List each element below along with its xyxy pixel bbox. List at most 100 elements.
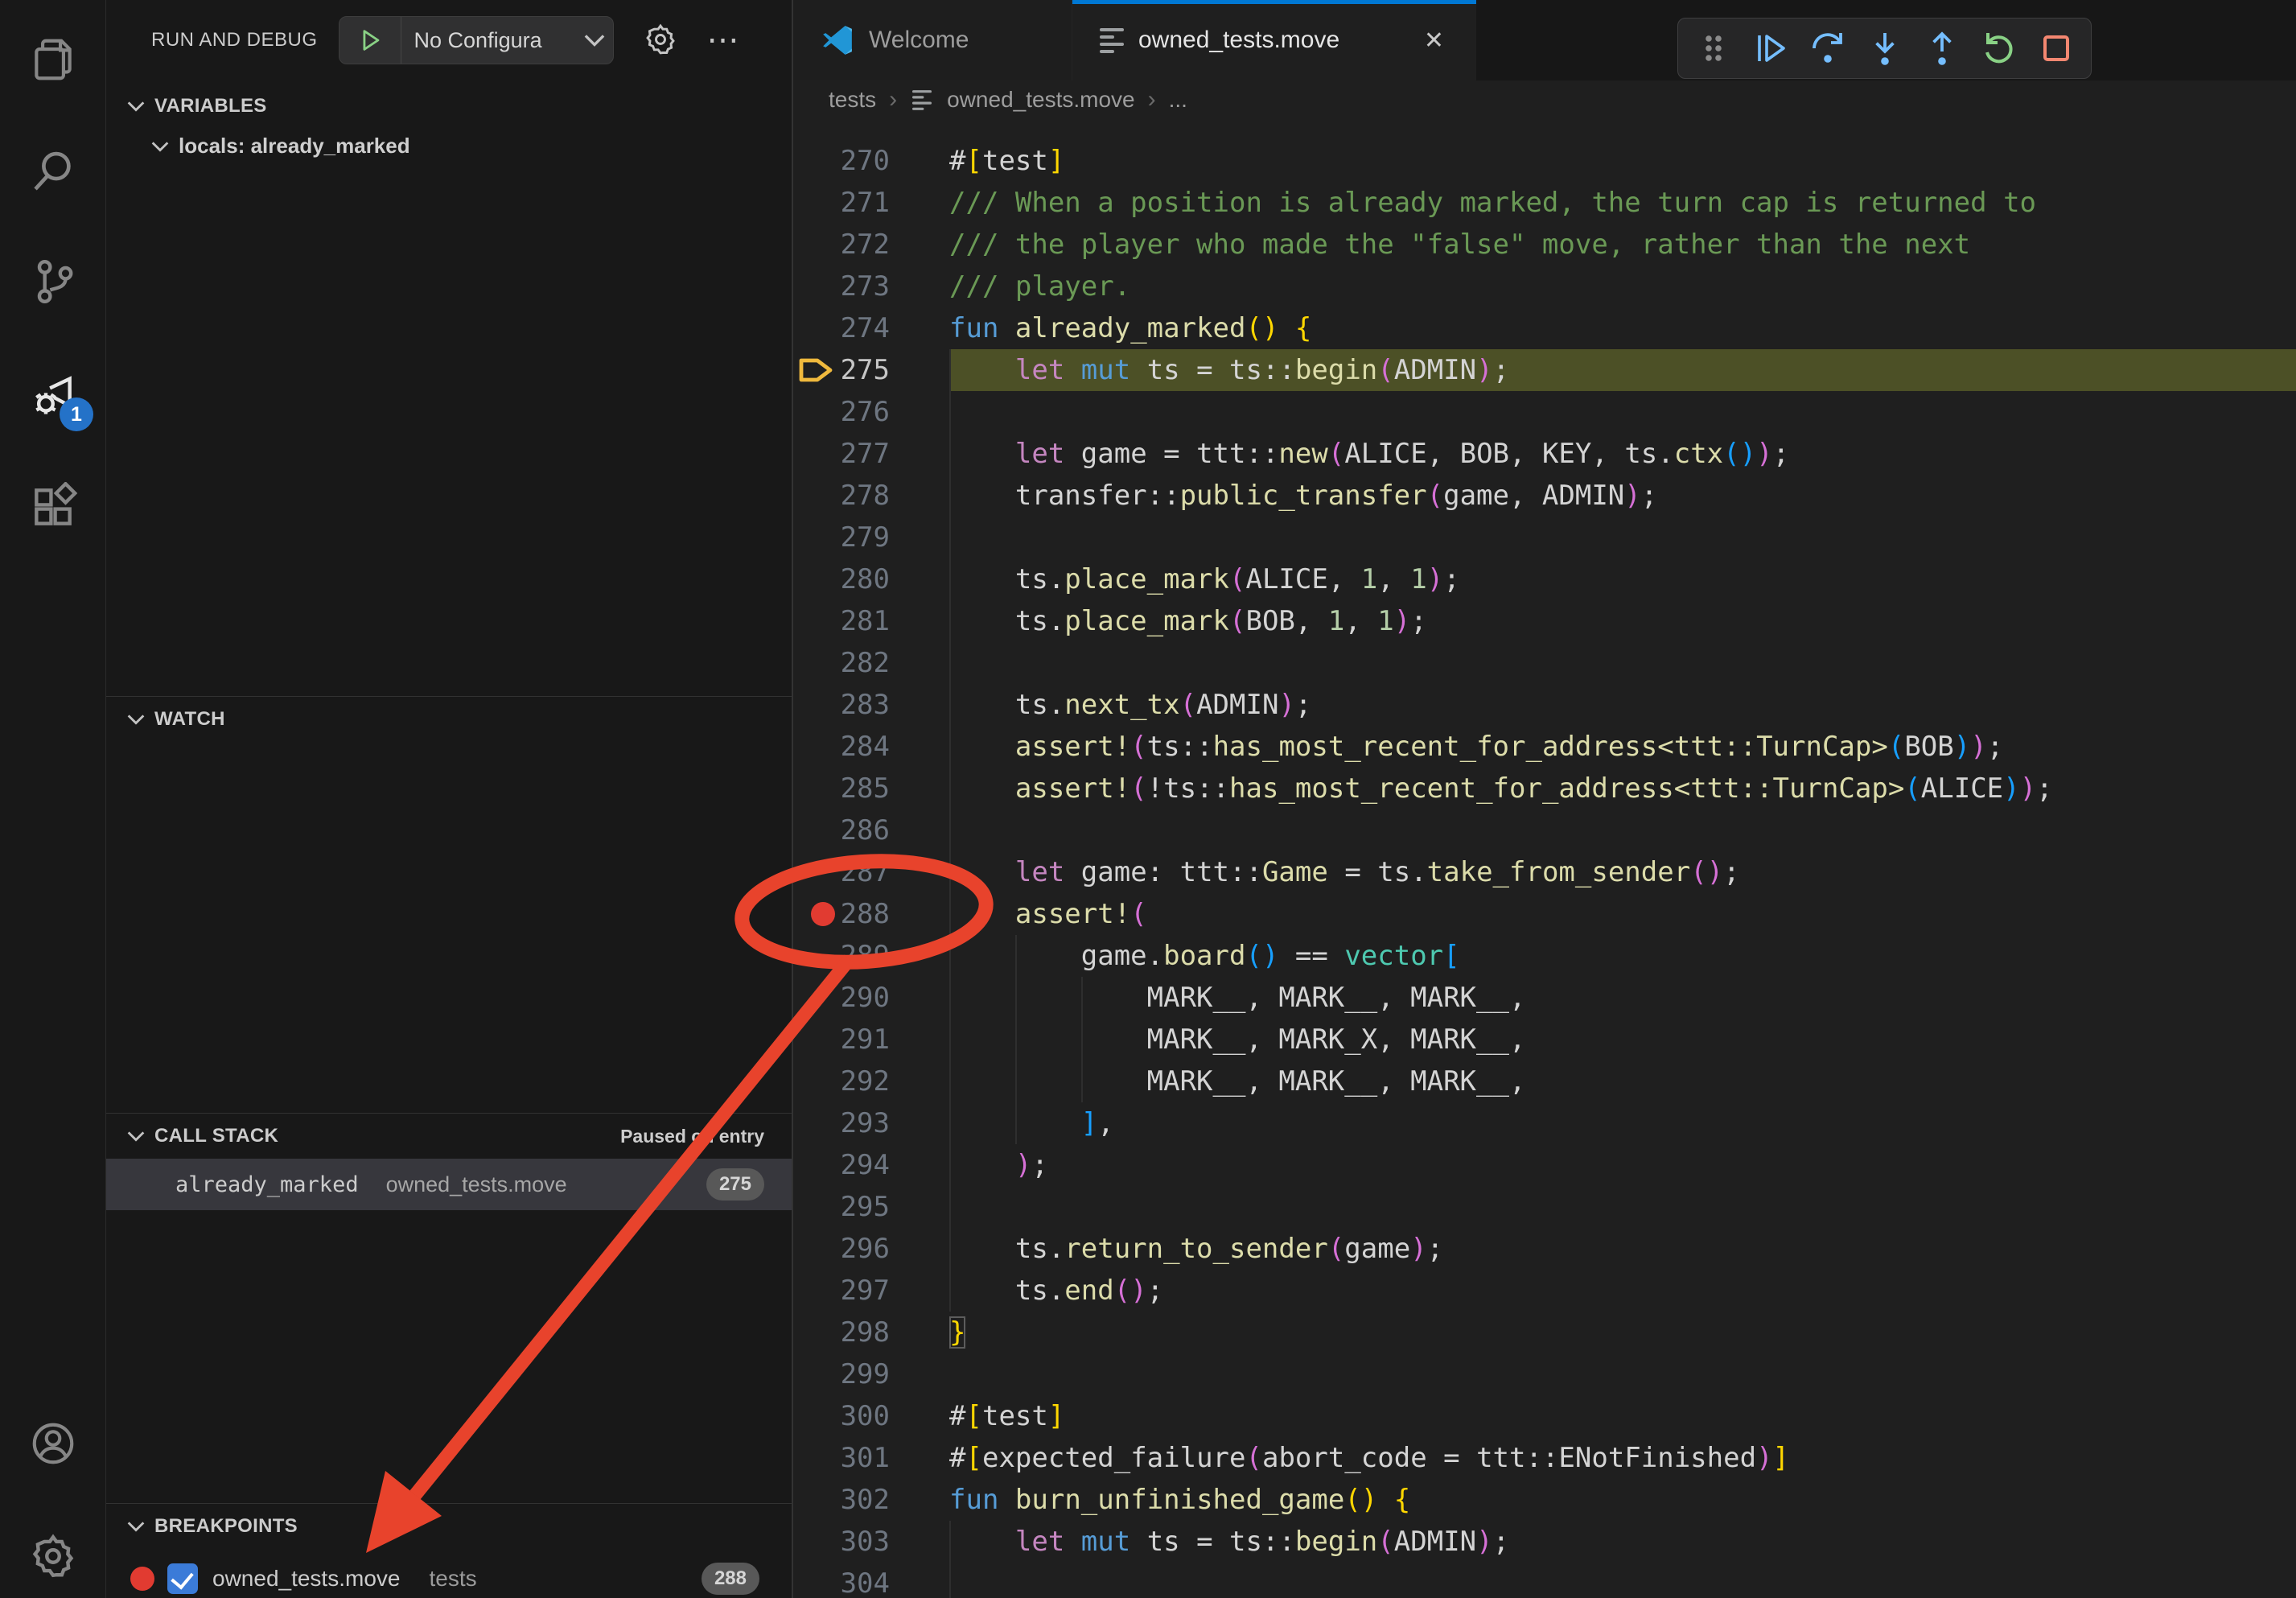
code-line[interactable]: 278 transfer::public_transfer(game, ADMI…	[793, 475, 2296, 517]
gutter-cell[interactable]: 279	[793, 517, 949, 558]
code-line-text[interactable]: fun already_marked() {	[949, 307, 2296, 349]
activitybar-explorer-button[interactable]	[0, 31, 106, 89]
activitybar-accounts-button[interactable]	[0, 1415, 106, 1472]
gutter-cell[interactable]: 288	[793, 893, 949, 935]
code-line-text[interactable]	[949, 517, 2296, 558]
code-line-text[interactable]: MARK__, MARK_X, MARK__,	[949, 1019, 2296, 1061]
code-line-text[interactable]: assert!(!ts::has_most_recent_for_address…	[949, 768, 2296, 809]
code-line[interactable]: 290 MARK__, MARK__, MARK__,	[793, 977, 2296, 1019]
code-line-text[interactable]: let mut ts = ts::begin(ADMIN);	[949, 349, 2296, 391]
code-line[interactable]: 283 ts.next_tx(ADMIN);	[793, 684, 2296, 726]
code-line-text[interactable]: game.board() == vector[	[949, 935, 2296, 977]
activitybar-extensions-button[interactable]	[0, 478, 106, 536]
code-line[interactable]: 284 assert!(ts::has_most_recent_for_addr…	[793, 726, 2296, 768]
start-debugging-button[interactable]	[339, 17, 401, 64]
code-line[interactable]: 271/// When a position is already marked…	[793, 182, 2296, 224]
activitybar-run-debug-button[interactable]: 1	[0, 369, 106, 426]
code-line[interactable]: 273/// player.	[793, 266, 2296, 307]
gutter-cell[interactable]: 298	[793, 1312, 949, 1353]
code-line-text[interactable]	[949, 642, 2296, 684]
code-line-text[interactable]: ts.place_mark(ALICE, 1, 1);	[949, 558, 2296, 600]
code-line-text[interactable]: fun burn_unfinished_game() {	[949, 1479, 2296, 1521]
gutter-cell[interactable]: 280	[793, 558, 949, 600]
toolbar-drag-handle[interactable]	[1694, 29, 1733, 68]
code-area[interactable]: 270#[test]271/// When a position is alre…	[793, 119, 2296, 1598]
watch-header[interactable]: WATCH	[106, 697, 792, 742]
gutter-cell[interactable]: 283	[793, 684, 949, 726]
code-line[interactable]: 288 assert!(	[793, 893, 2296, 935]
code-line-text[interactable]	[949, 1563, 2296, 1598]
code-line-text[interactable]: let game: ttt::Game = ts.take_from_sende…	[949, 851, 2296, 893]
breakpoint-row[interactable]: owned_tests.move tests 288	[106, 1555, 792, 1598]
breakpoint-checkbox[interactable]	[167, 1563, 198, 1594]
code-line[interactable]: 274fun already_marked() {	[793, 307, 2296, 349]
code-line-text[interactable]: MARK__, MARK__, MARK__,	[949, 977, 2296, 1019]
code-line-text[interactable]: #[test]	[949, 140, 2296, 182]
gutter-cell[interactable]: 284	[793, 726, 949, 768]
code-line-text[interactable]: MARK__, MARK__, MARK__,	[949, 1061, 2296, 1102]
code-line[interactable]: 295	[793, 1186, 2296, 1228]
gutter-cell[interactable]: 289	[793, 935, 949, 977]
code-line-text[interactable]: ],	[949, 1102, 2296, 1144]
gutter-cell[interactable]: 287	[793, 851, 949, 893]
more-actions-button[interactable]: ⋯	[702, 23, 744, 57]
code-line-text[interactable]: /// player.	[949, 266, 2296, 307]
code-line-text[interactable]: ts.place_mark(BOB, 1, 1);	[949, 600, 2296, 642]
code-line[interactable]: 291 MARK__, MARK_X, MARK__,	[793, 1019, 2296, 1061]
activitybar-settings-button[interactable]	[0, 1527, 106, 1585]
code-line-text[interactable]	[949, 809, 2296, 851]
code-line[interactable]: 287 let game: ttt::Game = ts.take_from_s…	[793, 851, 2296, 893]
code-line-text[interactable]: let mut ts = ts::begin(ADMIN);	[949, 1521, 2296, 1563]
code-line[interactable]: 296 ts.return_to_sender(game);	[793, 1228, 2296, 1270]
code-line[interactable]: 297 ts.end();	[793, 1270, 2296, 1312]
code-line[interactable]: 276	[793, 391, 2296, 433]
gutter-cell[interactable]: 270	[793, 140, 949, 182]
step-into-button[interactable]	[1866, 29, 1904, 68]
code-line-text[interactable]: ts.end();	[949, 1270, 2296, 1312]
breadcrumb-item-symbol[interactable]: ...	[1169, 87, 1187, 113]
gutter-cell[interactable]: 292	[793, 1061, 949, 1102]
code-line[interactable]: 292 MARK__, MARK__, MARK__,	[793, 1061, 2296, 1102]
code-line-text[interactable]: ts.next_tx(ADMIN);	[949, 684, 2296, 726]
activitybar-search-button[interactable]	[0, 142, 106, 200]
call-stack-frame-row[interactable]: already_marked owned_tests.move 275	[106, 1159, 792, 1210]
continue-button[interactable]	[1751, 29, 1790, 68]
code-line-text[interactable]: let game = ttt::new(ALICE, BOB, KEY, ts.…	[949, 433, 2296, 475]
code-line[interactable]: 303 let mut ts = ts::begin(ADMIN);	[793, 1521, 2296, 1563]
code-line[interactable]: 286	[793, 809, 2296, 851]
gutter-cell[interactable]: 274	[793, 307, 949, 349]
gutter-cell[interactable]: 271	[793, 182, 949, 224]
code-line[interactable]: 293 ],	[793, 1102, 2296, 1144]
code-line[interactable]: 299	[793, 1353, 2296, 1395]
code-line-text[interactable]: transfer::public_transfer(game, ADMIN);	[949, 475, 2296, 517]
step-over-button[interactable]	[1808, 29, 1847, 68]
code-line[interactable]: 304	[793, 1563, 2296, 1598]
code-line[interactable]: 277 let game = ttt::new(ALICE, BOB, KEY,…	[793, 433, 2296, 475]
gutter-cell[interactable]: 272	[793, 224, 949, 266]
breakpoint-dot-icon[interactable]	[811, 902, 835, 926]
code-line[interactable]: 285 assert!(!ts::has_most_recent_for_add…	[793, 768, 2296, 809]
gutter-cell[interactable]: 285	[793, 768, 949, 809]
code-line-text[interactable]	[949, 1353, 2296, 1395]
code-line[interactable]: 282	[793, 642, 2296, 684]
code-line[interactable]: 280 ts.place_mark(ALICE, 1, 1);	[793, 558, 2296, 600]
code-line[interactable]: 300#[test]	[793, 1395, 2296, 1437]
gutter-cell[interactable]: 296	[793, 1228, 949, 1270]
breadcrumb-item-file[interactable]: owned_tests.move	[947, 87, 1134, 113]
gutter-cell[interactable]: 297	[793, 1270, 949, 1312]
code-line[interactable]: 301#[expected_failure(abort_code = ttt::…	[793, 1437, 2296, 1479]
step-out-button[interactable]	[1923, 29, 1961, 68]
code-line-text[interactable]: assert!(ts::has_most_recent_for_address<…	[949, 726, 2296, 768]
stop-button[interactable]	[2037, 29, 2076, 68]
gutter-cell[interactable]: 301	[793, 1437, 949, 1479]
code-line[interactable]: 275 let mut ts = ts::begin(ADMIN);	[793, 349, 2296, 391]
code-line[interactable]: 298}	[793, 1312, 2296, 1353]
gutter-cell[interactable]: 299	[793, 1353, 949, 1395]
gutter-cell[interactable]: 273	[793, 266, 949, 307]
gutter-cell[interactable]: 278	[793, 475, 949, 517]
gutter-cell[interactable]: 295	[793, 1186, 949, 1228]
gutter-cell[interactable]: 302	[793, 1479, 949, 1521]
gutter-cell[interactable]: 293	[793, 1102, 949, 1144]
activitybar-source-control-button[interactable]	[0, 253, 106, 311]
code-line[interactable]: 302fun burn_unfinished_game() {	[793, 1479, 2296, 1521]
